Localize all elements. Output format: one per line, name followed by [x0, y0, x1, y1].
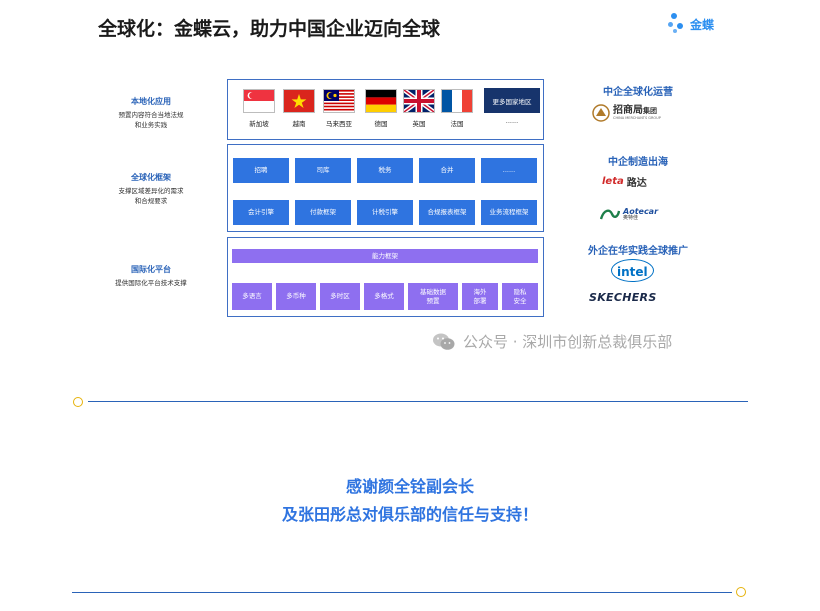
brand-aotecar: Aotecar 奥特佳 — [600, 207, 658, 221]
platform-frame: 能力框架 多语言 多币种 多时区 多格式 基础数据 预置 海外 部署 隐私 安全 — [227, 237, 544, 317]
framework-box: 合规报表框架 — [419, 200, 475, 225]
platform-header-bar: 能力框架 — [232, 249, 538, 263]
platform-box: 多语言 — [232, 283, 272, 310]
leta-logo-icon: leta — [602, 176, 624, 187]
thanks-line-2: 及张田彤总对俱乐部的信任与支持！ — [281, 505, 538, 524]
more-regions-ellipsis: ...... — [505, 117, 519, 125]
flag-uk-icon — [403, 89, 435, 113]
brand-skechers: SKECHERS — [589, 291, 657, 304]
framework-box: 业务流程框架 — [481, 200, 537, 225]
platform-box: 多币种 — [276, 283, 316, 310]
aotecar-logo-icon — [600, 209, 620, 220]
platform-box: 海外 部署 — [462, 283, 498, 310]
flag-label: 越南 — [292, 120, 306, 128]
more-regions-box: 更多国家地区 — [484, 88, 540, 113]
platform-box: 基础数据 预置 — [408, 283, 458, 310]
divider-ring-icon — [73, 397, 83, 407]
framework-box: 招聘 — [233, 158, 289, 183]
brand-china-merchants: 招商局集团 CHINA MERCHANTS GROUP — [592, 104, 661, 122]
framework-box: ...... — [481, 158, 537, 183]
thanks-line-1: 感谢颜全铨副会长 — [345, 477, 474, 496]
platform-box: 多时区 — [320, 283, 360, 310]
right-heading-foreign-enterprise: 外企在华实践全球推广 — [588, 246, 688, 257]
right-heading-chinese-global-ops: 中企全球化运营 — [603, 87, 673, 98]
framework-box: 税务 — [357, 158, 413, 183]
slide: 全球化：金蝶云，助力中国企业迈向全球 金蝶 本地化应用 预置内容符合当地法规 和… — [86, 0, 736, 372]
brand-leta: leta 路达 — [602, 176, 647, 189]
framework-frame: 招聘 司库 税务 合并 ...... 会计引擎 付款框架 计税引擎 合规报表框架… — [227, 144, 544, 232]
divider-line — [88, 401, 748, 402]
platform-box: 隐私 安全 — [502, 283, 538, 310]
divider-line — [72, 592, 732, 593]
framework-box: 司库 — [295, 158, 351, 183]
flag-germany-icon — [365, 89, 397, 113]
flag-vietnam-icon — [283, 89, 315, 113]
slide-title: 全球化：金蝶云，助力中国企业迈向全球 — [98, 18, 441, 40]
flag-malaysia-icon — [323, 89, 355, 113]
right-heading-manufacturing: 中企制造出海 — [608, 157, 668, 168]
localization-frame: 新加坡 越南 马来西亚 德国 英国 法国 更多国家地区 ...... — [227, 79, 544, 140]
kingdee-logo: 金蝶 — [668, 12, 714, 36]
wechat-icon — [433, 333, 455, 350]
kingdee-logo-text: 金蝶 — [690, 17, 715, 32]
framework-box: 合并 — [419, 158, 475, 183]
framework-box: 计税引擎 — [357, 200, 413, 225]
flag-label: 法国 — [450, 120, 464, 128]
flag-label: 马来西亚 — [326, 120, 352, 128]
intel-logo-icon: intel — [611, 259, 654, 282]
flag-singapore-icon — [243, 89, 275, 113]
framework-box: 付款框架 — [295, 200, 351, 225]
divider-ring-icon — [736, 587, 746, 597]
kingdee-logo-icon — [668, 13, 686, 35]
brand-intel: intel — [611, 259, 654, 282]
framework-box: 会计引擎 — [233, 200, 289, 225]
flag-label: 新加坡 — [249, 120, 269, 128]
row-label-framework: 全球化框架 支撑区域差异化的需求 和合规要求 — [118, 173, 184, 206]
china-merchants-logo-icon — [592, 104, 610, 122]
platform-box: 多格式 — [364, 283, 404, 310]
row-label-localization: 本地化应用 预置内容符合当地法规 和业务实践 — [118, 97, 184, 130]
watermark-text: 公众号 · 深圳市创新总裁俱乐部 — [463, 333, 673, 351]
row-label-platform: 国际化平台 提供国际化平台技术支撑 — [115, 265, 187, 287]
flag-france-icon — [441, 89, 473, 113]
wechat-watermark: 公众号 · 深圳市创新总裁俱乐部 — [432, 331, 672, 352]
